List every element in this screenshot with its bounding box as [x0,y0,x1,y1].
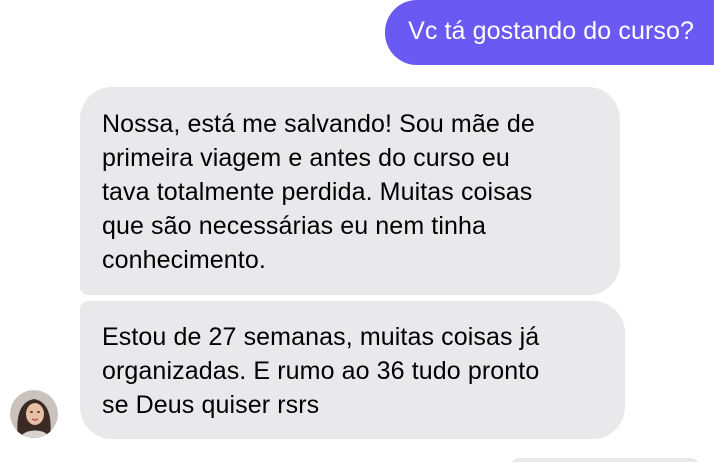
next-bubble-edge [510,458,700,462]
message-line: primeira viagem e antes do curso eu [102,144,510,172]
message-line: tava totalmente perdida. Muitas coisas [102,178,533,206]
message-line: que são necessárias eu nem tinha [102,212,486,240]
message-line: se Deus quiser rsrs [102,391,320,419]
message-line: Estou de 27 semanas, muitas coisas já [102,323,540,351]
message-line: Nossa, está me salvando! Sou mãe de [102,110,535,138]
sent-message-bubble[interactable]: Vc tá gostando do curso? [385,0,714,65]
message-line: organizadas. E rumo ao 36 tudo pronto [102,357,540,385]
contact-avatar[interactable] [10,390,58,438]
avatar-photo-icon [10,390,58,438]
received-message-bubble[interactable]: Nossa, está me salvando! Sou mãe de prim… [80,87,620,295]
message-line: conhecimento. [102,246,266,274]
received-message-bubble[interactable]: Estou de 27 semanas, muitas coisas já or… [80,301,625,439]
chat-thread: Vc tá gostando do curso? Nossa, está me … [0,0,714,462]
sent-message-text: Vc tá gostando do curso? [408,17,694,45]
